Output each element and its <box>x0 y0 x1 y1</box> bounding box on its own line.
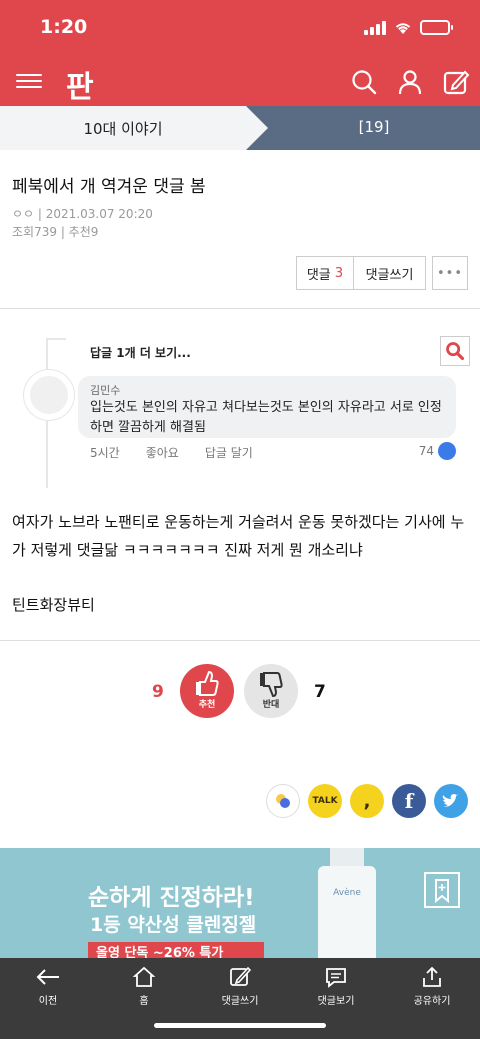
write-icon[interactable] <box>442 68 470 96</box>
comment-icon <box>326 968 346 988</box>
oppose-label: 반대 <box>262 700 280 710</box>
comment-text: 입는것도 본인의 자유고 쳐다보는것도 본인의 자유라고 서로 인정하면 깔끔하… <box>90 400 442 435</box>
tab-label[interactable]: 10대 이야기 <box>0 118 246 139</box>
product-image: Avène <box>318 866 376 958</box>
post-stats: 조회739 | 추천9 <box>12 223 468 241</box>
comment-reply: 답글 달기 <box>204 446 253 460</box>
post-author: ㅇㅇ <box>12 207 35 221</box>
comment-meta: 5시간 좋아요 답글 달기 <box>90 444 253 461</box>
write-comment-label: 댓글쓰기 <box>221 996 259 1007</box>
views-label: 조회 <box>12 225 35 239</box>
post-body: 여자가 노브라 노팬티로 운동하는게 거슬려서 운동 못하겠다는 기사에 누가 … <box>12 513 465 559</box>
post-author-date: ㅇㅇ | 2021.03.07 20:20 <box>12 205 468 223</box>
kakaotalk-share-icon[interactable]: TALK <box>308 784 342 818</box>
ad-subtitle: 1등 약산성 클렌징젤 <box>90 914 257 936</box>
pencil-icon <box>230 966 252 986</box>
arrow-left-icon <box>36 969 59 985</box>
recommend-label: 추천 <box>198 700 216 710</box>
share-icon <box>423 966 441 987</box>
kakaostory-share-icon[interactable]: , <box>350 784 384 818</box>
thumbs-up-icon <box>438 442 456 460</box>
ad-title: 순하게 진정하라! <box>88 885 255 911</box>
app-logo[interactable]: 판 <box>66 62 94 106</box>
home-indicator[interactable] <box>154 1023 326 1028</box>
status-time: 1:20 <box>40 16 88 38</box>
post-header: 페북에서 개 역겨운 댓글 봄 ㅇㅇ | 2021.03.07 20:20 조회… <box>0 150 480 241</box>
comment-time: 5시간 <box>90 446 120 460</box>
views-count: 739 <box>34 225 57 239</box>
home-button[interactable]: 홈 <box>96 964 192 1007</box>
battery-icon <box>420 20 453 35</box>
comment-like: 좋아요 <box>145 446 179 460</box>
back-button[interactable]: 이전 <box>0 964 96 1007</box>
menu-icon[interactable] <box>16 70 42 92</box>
twitter-share-icon[interactable] <box>434 784 468 818</box>
post-date: | 2021.03.07 20:20 <box>37 207 153 221</box>
divider <box>0 640 480 641</box>
ad-banner[interactable]: 순하게 진정하라! 1등 약산성 클렌징젤 올영 단독 ~26% 특가 Avèn… <box>0 848 480 958</box>
signal-icon <box>364 20 386 35</box>
wifi-icon <box>395 22 411 34</box>
write-comment-button[interactable]: 댓글쓰기 <box>354 256 426 290</box>
tab-19[interactable]: [19] <box>268 118 480 136</box>
post-signature: 틴트화장뷰티 <box>12 596 95 614</box>
search-icon <box>440 336 470 366</box>
share-label: 공유하기 <box>413 996 451 1007</box>
vote-section: 9 추천 반대 7 <box>0 664 480 720</box>
home-icon <box>132 966 156 987</box>
category-tabs: 10대 이야기 [19] <box>0 106 480 150</box>
share-button[interactable]: 공유하기 <box>384 964 480 1007</box>
status-bar: 1:20 <box>0 0 480 58</box>
divider <box>0 308 480 309</box>
product-brand: Avène <box>333 888 361 898</box>
comments-button[interactable]: 댓글 3 <box>296 256 354 290</box>
view-comments-button[interactable]: 댓글보기 <box>288 964 384 1007</box>
recommend-button[interactable]: 추천 <box>180 664 234 718</box>
ad-promo-bar: 올영 단독 ~26% 특가 <box>88 942 264 958</box>
bookmark-icon[interactable] <box>424 872 460 908</box>
facebook-share-icon[interactable]: f <box>392 784 426 818</box>
embedded-comment-image: 답글 1개 더 보기... 김민수 입는것도 본인의 자유고 쳐다보는것도 본인… <box>20 330 470 488</box>
comment-author: 김민수 <box>90 384 121 397</box>
view-comments-label: 댓글보기 <box>317 996 355 1007</box>
post-title: 페북에서 개 역겨운 댓글 봄 <box>12 177 206 197</box>
oppose-count: 7 <box>314 682 326 702</box>
share-buttons: TALK , f <box>266 784 468 818</box>
ad-promo-text: 올영 단독 ~26% 특가 <box>96 946 224 958</box>
bottom-nav: 이전 홈 댓글쓰기 댓글보기 공유하기 <box>0 958 480 1039</box>
oppose-button[interactable]: 반대 <box>244 664 298 718</box>
write-comment-nav-button[interactable]: 댓글쓰기 <box>192 964 288 1007</box>
band-share-icon[interactable] <box>266 784 300 818</box>
more-replies-text: 답글 1개 더 보기... <box>90 346 191 360</box>
back-label: 이전 <box>38 996 58 1007</box>
avatar <box>24 370 74 420</box>
recommend-count: 9 <box>90 225 99 239</box>
likes-count: 74 <box>418 444 434 458</box>
more-options-button[interactable]: ••• <box>432 256 468 290</box>
status-icons <box>364 20 453 35</box>
comment-actions: 댓글 3 댓글쓰기 ••• <box>296 256 468 290</box>
comments-count: 3 <box>334 265 344 281</box>
app-header: 판 <box>0 58 480 106</box>
recommend-label: | 추천 <box>60 225 91 239</box>
user-icon[interactable] <box>396 68 424 96</box>
search-icon[interactable] <box>350 68 378 96</box>
comments-label: 댓글 <box>306 267 331 283</box>
home-label: 홈 <box>139 996 149 1007</box>
recommend-count: 9 <box>152 682 164 702</box>
comment-bubble: 김민수 입는것도 본인의 자유고 쳐다보는것도 본인의 자유라고 서로 인정하면… <box>78 376 456 438</box>
comment-likes: 74 <box>419 442 456 460</box>
